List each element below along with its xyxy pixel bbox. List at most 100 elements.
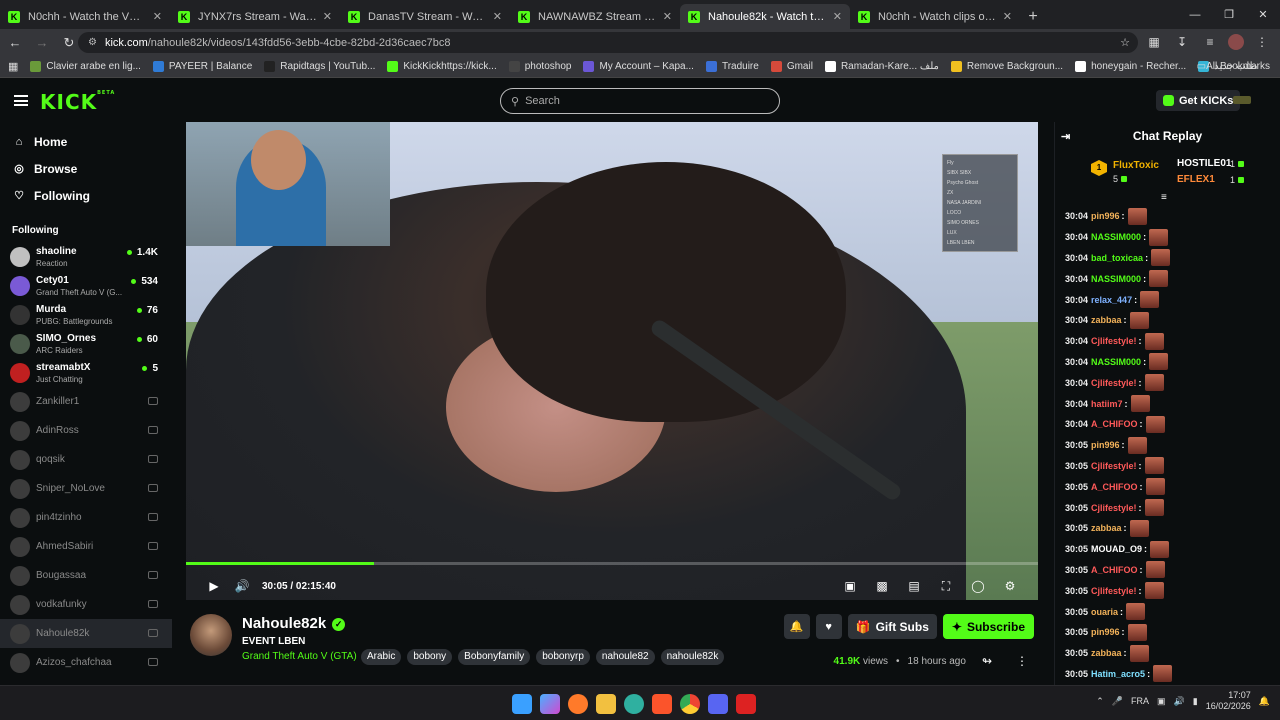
notification-icon[interactable]: 🔔 [1259,696,1270,707]
tab-close-icon[interactable]: ✕ [323,10,332,23]
tag-chip[interactable]: bobony [407,649,453,665]
network-icon[interactable]: ▣ [1157,696,1166,707]
chat-username[interactable]: A_CHIFOO [1091,565,1138,575]
bookmark-item[interactable]: honeygain - Recher... [1075,61,1186,72]
nav-browse[interactable]: ◎ Browse [0,155,172,182]
chat-username[interactable]: bad_toxicaa [1091,253,1143,263]
offline-channel[interactable]: vodkafunky [0,590,172,619]
leader-name[interactable]: FluxToxic [1113,160,1159,171]
browser-tab[interactable]: K N0chh - Watch the VOD on Kick ✕ [0,4,170,29]
browser-tab[interactable]: K Nahoule82k - Watch the VOD on Kick ✕ [680,4,850,29]
channel-avatar[interactable] [190,614,232,656]
bookmark-item[interactable]: Gmail [770,61,813,72]
following-channel[interactable]: SIMO_Ornes ARC Raiders 60 [0,329,172,358]
maximize-icon[interactable]: ❐ [1212,0,1246,29]
chat-username[interactable]: NASSIM000 [1091,357,1141,367]
settings-gear-icon[interactable]: ⚙ [996,575,1024,597]
apps-grid-icon[interactable]: ▦ [8,60,18,73]
fullscreen-icon[interactable]: ⛶ [932,575,960,597]
chat-username[interactable]: hatiim7 [1091,399,1123,409]
following-channel[interactable]: Cety01 Grand Theft Auto V (G... 534 [0,271,172,300]
clip-icon[interactable]: ▣ [836,575,864,597]
bookmark-star-icon[interactable]: ☆ [1120,36,1130,49]
bookmark-item[interactable]: Traduire [705,61,759,72]
chat-username[interactable]: A_CHIFOO [1091,419,1138,429]
firefox-icon[interactable] [568,694,588,714]
offline-channel[interactable]: pin4tzinho [0,503,172,532]
copilot-icon[interactable] [540,694,560,714]
chat-username[interactable]: Cjlifestyle! [1091,586,1137,596]
category-link[interactable]: Grand Theft Auto V (GTA) [242,651,357,662]
offline-channel[interactable]: Sniper_NoLove [0,474,172,503]
browser-tab[interactable]: K NAWNAWBZ Stream - Watch Live on Kick ✕ [510,4,680,29]
url-field[interactable]: ⚙ kick.com/nahoule82k/videos/143fdd56-3e… [78,32,1138,53]
chat-username[interactable]: ouaria [1091,607,1118,617]
forward-icon[interactable]: → [30,31,54,55]
bookmark-item[interactable]: photoshop [508,61,571,72]
search-input[interactable]: ⚲ Search [500,88,780,114]
chat-username[interactable]: pin996 [1091,211,1120,221]
tab-close-icon[interactable]: ✕ [833,10,842,23]
tag-chip[interactable]: nahoule82k [660,649,725,665]
tag-chip[interactable]: nahoule82 [595,649,655,665]
offline-channel[interactable]: Azizos_chafchaa [0,648,172,677]
all-bookmarks-item[interactable]: ▭ All Bookmarks [1197,61,1270,72]
chat-username[interactable]: Cjlifestyle! [1091,378,1137,388]
tab-close-icon[interactable]: ✕ [493,10,502,23]
chrome-icon[interactable] [680,694,700,714]
close-window-icon[interactable]: ✕ [1246,0,1280,29]
language-indicator[interactable]: FRA [1131,696,1149,706]
leader-2-name[interactable]: HOSTILE01 [1177,158,1231,169]
edge-icon[interactable] [624,694,644,714]
browser-tab[interactable]: K N0chh - Watch clips on Kick ✕ [850,4,1020,29]
chat-username[interactable]: pin996 [1091,440,1120,450]
notification-bell-icon[interactable]: 🔔 [783,614,810,639]
menu-icon[interactable] [14,95,28,106]
gift-subs-button[interactable]: 🎁 Gift Subs [847,614,937,639]
following-channel[interactable]: shaoline Reaction 1.4K [0,242,172,271]
collapse-chat-icon[interactable]: ⇥ [1061,130,1070,143]
offline-channel[interactable]: Zankiller1 [0,387,172,416]
bookmark-item[interactable]: Ramadan-Kare... ملف [824,61,939,72]
microphone-icon[interactable]: 🎤 [1112,696,1123,707]
chat-username[interactable]: NASSIM000 [1091,274,1141,284]
chat-username[interactable]: NASSIM000 [1091,232,1141,242]
mini-player-icon[interactable]: ▤ [900,575,928,597]
chat-username[interactable]: A_CHIFOO [1091,482,1138,492]
bookmark-item[interactable]: Rapidtags | YouTub... [264,61,375,72]
chat-username[interactable]: zabbaa [1091,523,1122,533]
get-kicks-button[interactable]: Get KICKs [1156,90,1241,111]
brave-icon[interactable] [652,694,672,714]
progress-bar[interactable] [186,562,1038,565]
leader-3-name[interactable]: EFLEX1 [1177,174,1215,185]
windows-start-icon[interactable] [512,694,532,714]
chat-username[interactable]: Cjlifestyle! [1091,336,1137,346]
browser-menu-icon[interactable]: ⋮ [1252,32,1272,52]
tag-chip[interactable]: Arabic [361,649,402,665]
chat-username[interactable]: Hatim_acro5 [1091,669,1145,679]
offline-channel[interactable]: AhmedSabiri [0,532,172,561]
channel-name[interactable]: Nahoule82k [242,615,326,632]
nav-following[interactable]: ♡ Following [0,182,172,209]
following-channel[interactable]: Murda PUBG: Battlegrounds 76 [0,300,172,329]
volume-icon[interactable]: 🔊 [228,575,256,597]
minimize-icon[interactable]: — [1178,0,1212,29]
bookmark-item[interactable]: Remove Backgroun... [950,61,1063,72]
user-avatar[interactable] [1233,96,1251,104]
offline-channel[interactable]: qoqsik [0,445,172,474]
chat-username[interactable]: Cjlifestyle! [1091,461,1137,471]
chat-username[interactable]: MOUAD_O9 [1091,544,1142,554]
site-info-icon[interactable]: ⚙ [88,37,97,48]
bookmark-item[interactable]: Clavier arabe en lig... [30,61,141,72]
profile-avatar[interactable] [1228,34,1244,50]
nav-home[interactable]: ⌂ Home [0,128,172,155]
discord-icon[interactable] [708,694,728,714]
reading-list-icon[interactable]: ≡ [1200,32,1220,52]
chat-username[interactable]: pin996 [1091,627,1120,637]
file-explorer-icon[interactable] [596,694,616,714]
new-tab-button[interactable]: + [1020,4,1046,29]
bookmark-item[interactable]: KickKickhttps://kick... [387,61,497,72]
bookmark-item[interactable]: PAYEER | Balance [152,61,252,72]
bookmark-item[interactable]: My Account – Kapa... [583,61,694,72]
video-player[interactable]: Fly SIBX SIBX Psycho Ghost ZX NASA JARDINI LO… [186,122,1038,600]
